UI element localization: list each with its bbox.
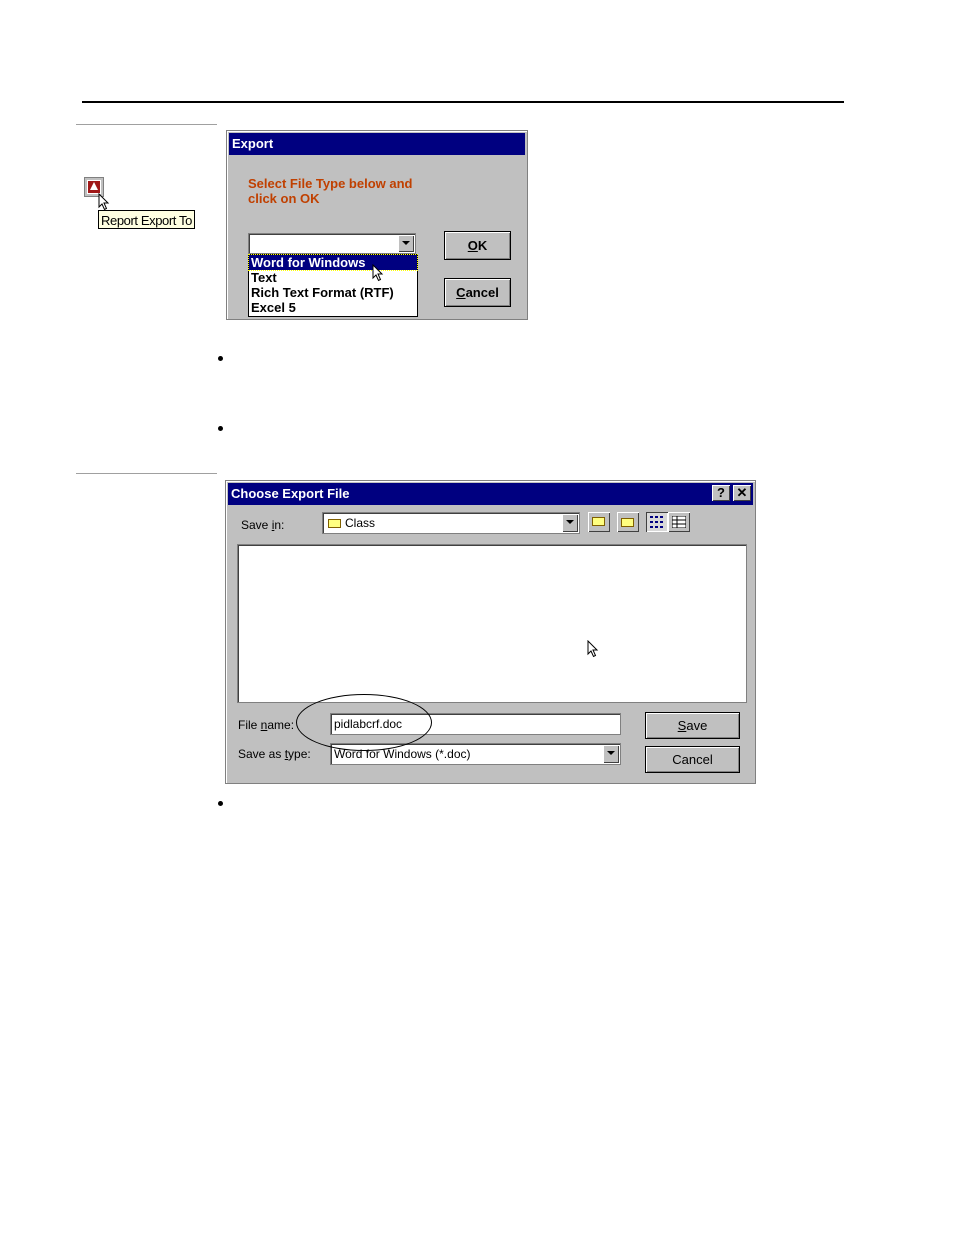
save-in-value: Class <box>345 516 376 530</box>
help-icon[interactable]: ? <box>712 485 730 501</box>
chevron-down-icon[interactable] <box>398 235 414 252</box>
bullet-2 <box>218 426 223 431</box>
chevron-down-icon[interactable] <box>562 514 578 532</box>
option-excel-5[interactable]: Excel 5 <box>249 300 417 315</box>
export-dialog: Export Select File Type below and click … <box>226 130 528 320</box>
option-word-for-windows[interactable]: Word for Windows <box>248 254 418 271</box>
export-prompt-line1: Select File Type below and <box>248 176 413 191</box>
cancel-label-rest: ancel <box>465 285 499 300</box>
cancel-mnemonic: C <box>456 285 466 300</box>
new-folder-icon <box>621 518 634 527</box>
save-label-rest: ave <box>686 718 708 733</box>
chevron-down-icon[interactable] <box>603 745 619 763</box>
margin-rule-1 <box>76 124 217 125</box>
margin-rule-2 <box>76 473 217 474</box>
save-in-select[interactable]: Class <box>322 512 580 534</box>
export-prompt: Select File Type below and click on OK <box>248 176 448 206</box>
save-dialog-title: Choose Export File <box>228 483 753 505</box>
ok-button[interactable]: OK <box>444 231 511 260</box>
save-as-type-label: Save as type: <box>238 747 311 761</box>
file-name-label: File name: <box>238 718 295 732</box>
folder-icon <box>328 519 341 528</box>
file-list-area[interactable] <box>237 544 747 703</box>
bullet-1 <box>218 356 223 361</box>
close-icon[interactable]: ✕ <box>733 485 751 501</box>
export-prompt-line2: click on OK <box>248 191 320 206</box>
mouse-pointer-icon <box>587 640 599 658</box>
folder-up-icon <box>592 517 605 526</box>
export-dialog-title: Export <box>229 133 525 155</box>
export-glyph-icon <box>87 180 101 194</box>
save-in-label: Save in: <box>241 518 285 532</box>
details-view-button[interactable] <box>668 512 690 532</box>
up-one-level-button[interactable] <box>588 512 610 532</box>
list-view-button[interactable] <box>646 512 668 532</box>
save-button[interactable]: Save <box>645 712 740 739</box>
tooltip-report-export: Report Export To <box>98 210 195 229</box>
mouse-pointer-icon <box>372 264 384 282</box>
cancel-button[interactable]: Cancel <box>444 278 511 307</box>
ok-mnemonic: O <box>467 238 478 253</box>
save-cancel-button[interactable]: Cancel <box>645 746 740 773</box>
list-view-icon <box>650 516 663 528</box>
file-type-listbox[interactable]: Word for Windows Text Rich Text Format (… <box>248 254 418 317</box>
choose-export-file-dialog: Choose Export File ? ✕ Save in: Class Fi… <box>225 480 756 784</box>
option-rtf[interactable]: Rich Text Format (RTF) <box>249 285 417 300</box>
annotation-oval <box>296 694 432 751</box>
file-type-select[interactable] <box>248 233 416 254</box>
details-view-icon <box>672 516 686 528</box>
create-new-folder-button[interactable] <box>617 512 639 532</box>
mouse-pointer-icon <box>98 193 110 211</box>
ok-label-rest: K <box>477 238 488 253</box>
option-text[interactable]: Text <box>249 270 417 285</box>
bullet-3 <box>218 801 223 806</box>
header-rule <box>82 101 844 103</box>
